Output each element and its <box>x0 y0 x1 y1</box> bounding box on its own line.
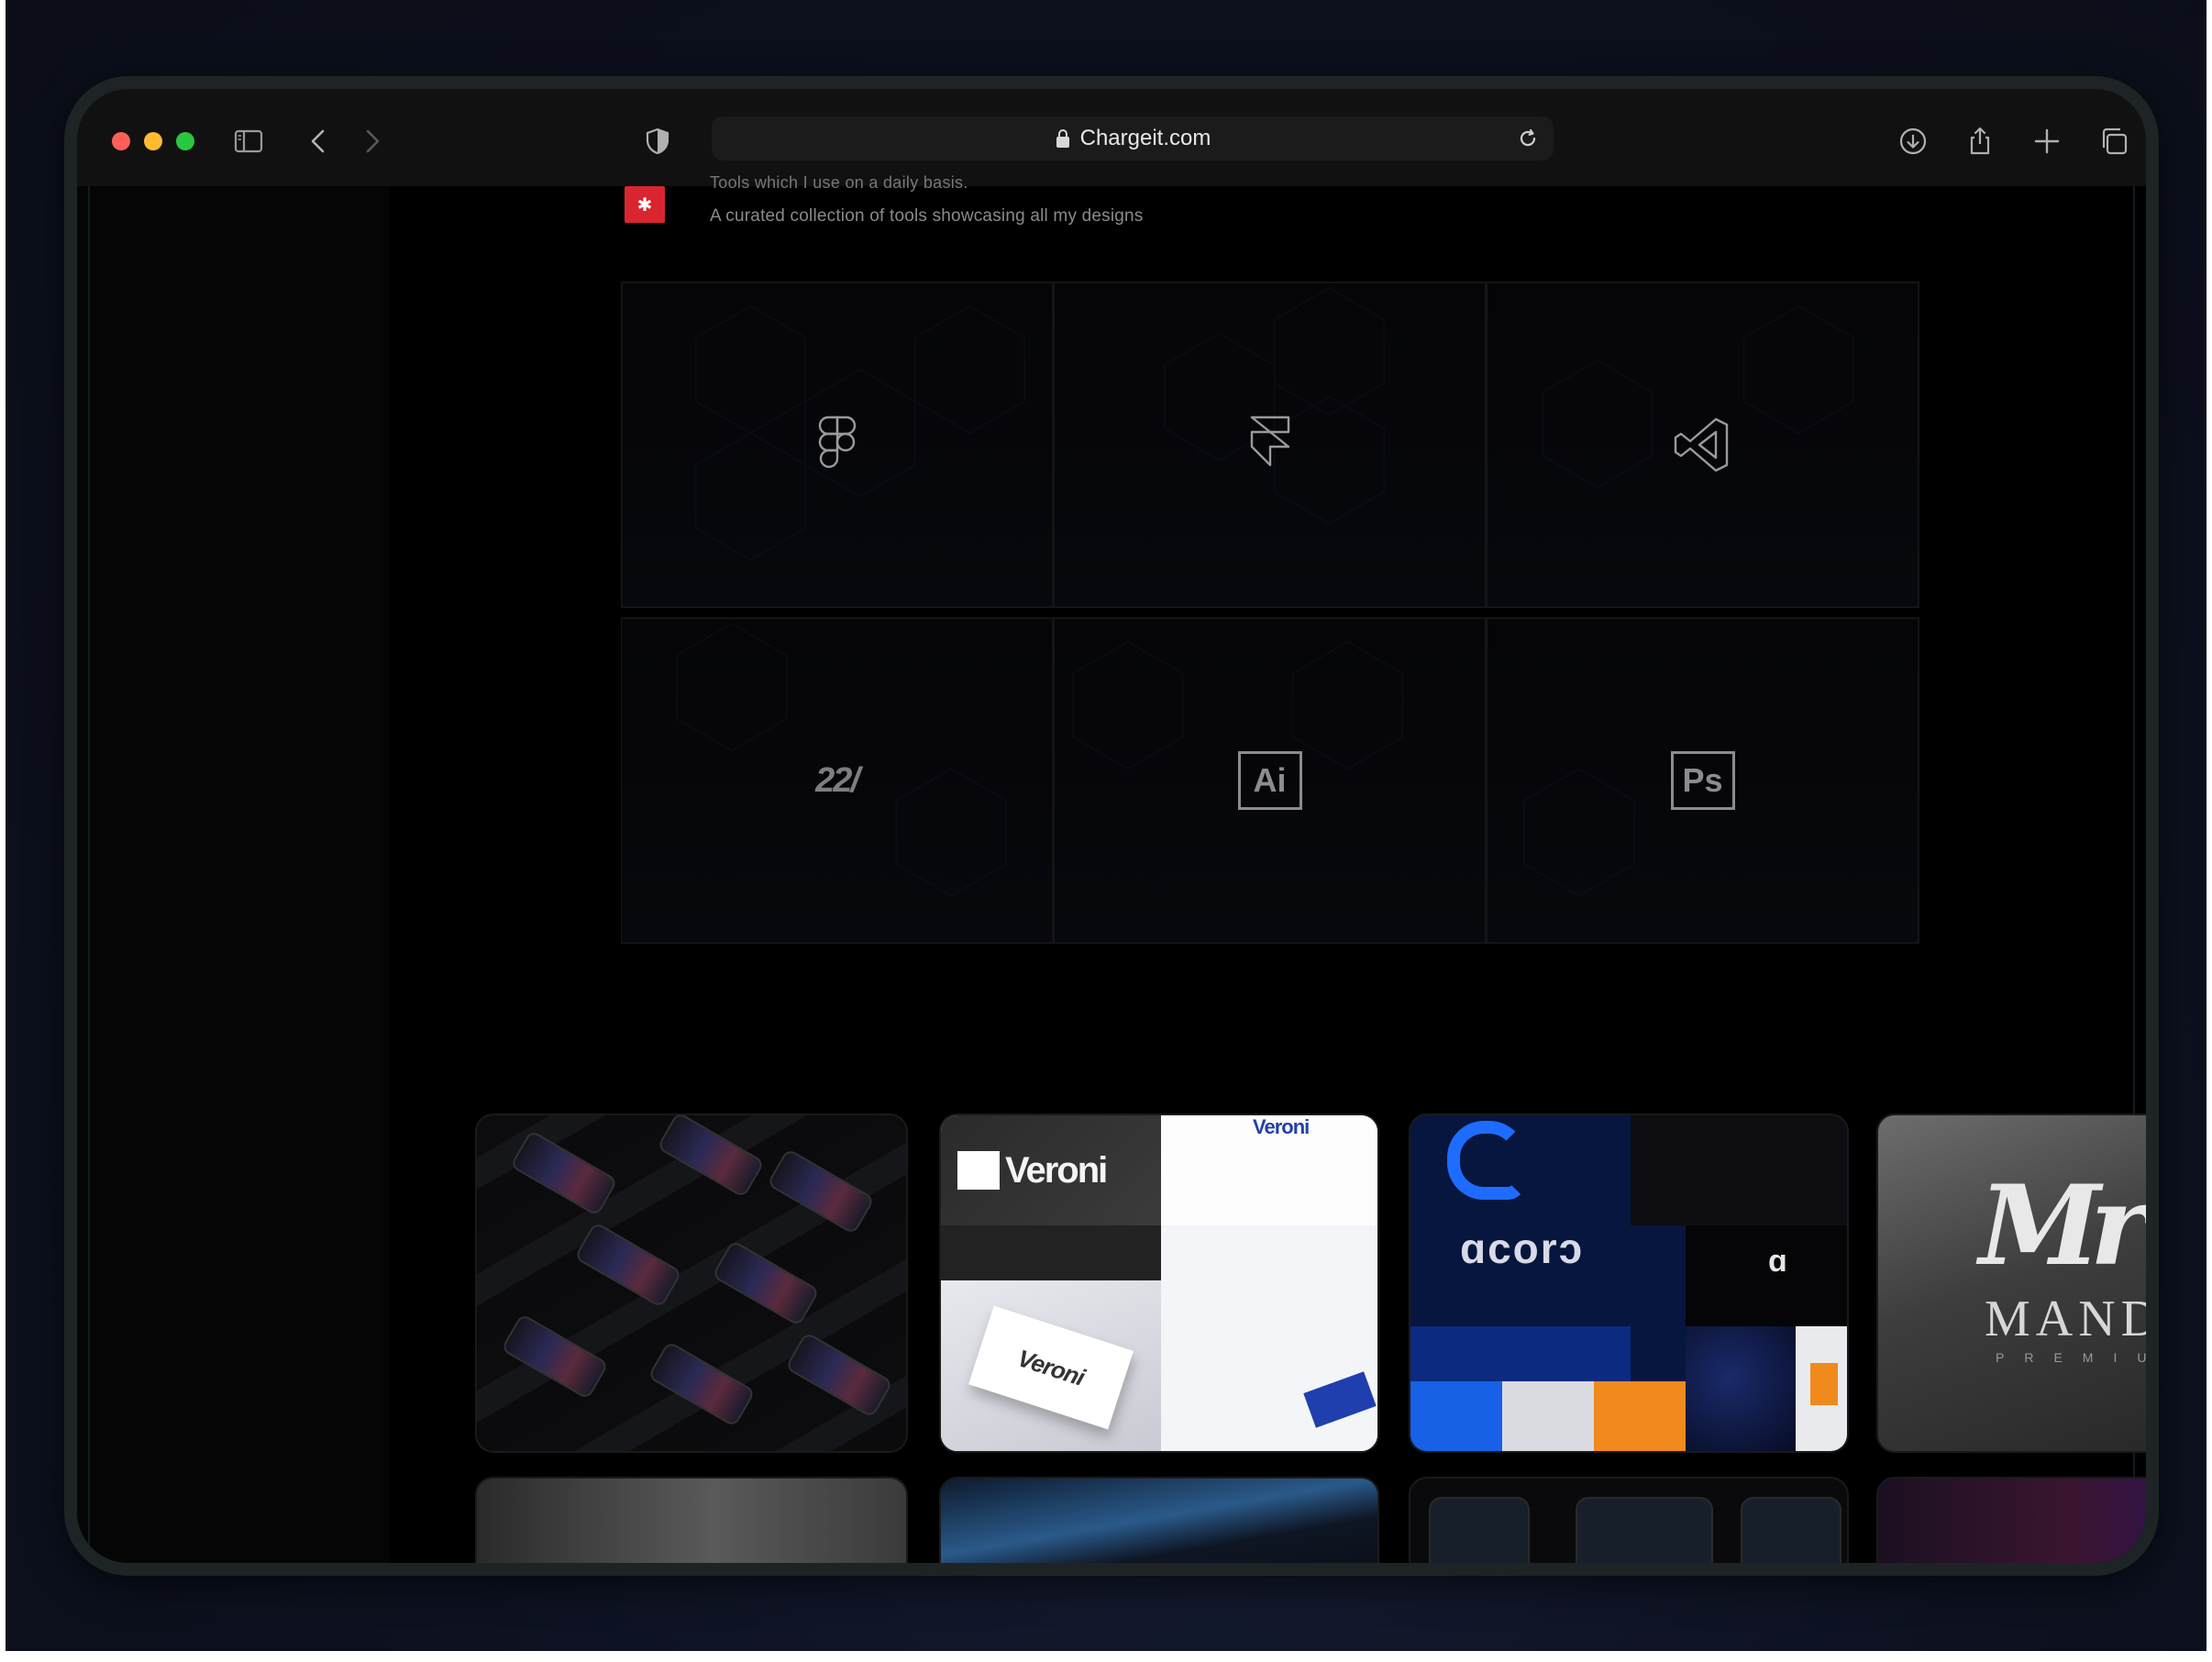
page-left-margin <box>77 186 389 1563</box>
tools-section-icon: ✱ <box>625 186 665 223</box>
project-card-mandy[interactable]: Mr MANDY PREMIUM <box>1876 1114 2146 1453</box>
download-icon[interactable] <box>1896 124 1930 159</box>
reload-icon[interactable] <box>1515 126 1541 151</box>
address-bar[interactable]: Chargeit.com <box>712 116 1554 161</box>
vscode-icon <box>1666 408 1740 482</box>
tool-card-photoshop[interactable]: Ps <box>1487 617 1919 944</box>
tool-card-vscode[interactable] <box>1487 282 1919 608</box>
browser-toolbar: Chargeit.com <box>77 89 2146 186</box>
project-card-row2-1[interactable] <box>475 1477 908 1563</box>
payments-icon: 22/ <box>815 760 860 800</box>
tool-card-framer[interactable] <box>1054 282 1487 608</box>
acord-wordmark: ɑcorɔ <box>1460 1224 1585 1272</box>
tool-card-illustrator[interactable]: Ai <box>1054 617 1487 944</box>
page-content: ✱ Tools which I use on a daily basis. A … <box>77 173 2146 1563</box>
framer-icon <box>1233 408 1307 482</box>
tools-section-heading: Tools which I use on a daily basis. <box>710 173 968 192</box>
photoshop-icon: Ps <box>1666 744 1740 817</box>
minimize-window-button[interactable] <box>144 132 162 150</box>
mandy-wordmark: MANDY <box>1985 1291 2146 1347</box>
desktop-background: Chargeit.com ✱ Tools which I use on a da… <box>6 0 2206 1651</box>
zoom-window-button[interactable] <box>176 132 194 150</box>
plus-icon[interactable] <box>2030 124 2064 159</box>
tool-card-figma[interactable] <box>621 282 1054 608</box>
project-card-acord[interactable]: ɑcorɔ ɑ <box>1409 1114 1849 1453</box>
chevron-left-icon[interactable] <box>302 124 337 159</box>
project-card-row2-2[interactable] <box>939 1477 1379 1563</box>
shield-icon[interactable] <box>640 124 675 159</box>
share-icon[interactable] <box>1963 124 1997 159</box>
chevron-right-icon[interactable] <box>354 124 389 159</box>
frame-edge-left <box>88 186 90 1563</box>
url-text: Chargeit.com <box>1079 126 1211 150</box>
sidebar-icon[interactable] <box>231 124 266 159</box>
tool-card-payments[interactable]: 22/ <box>621 617 1054 944</box>
tools-grid: 22/ Ai Ps <box>621 282 1919 944</box>
veroni-logo: Veroni <box>941 1115 1161 1225</box>
tabs-overview-icon[interactable] <box>2096 124 2131 159</box>
project-card-veroni[interactable]: Veroni Veroni Veroni <box>939 1114 1379 1453</box>
lock-icon <box>1056 129 1069 148</box>
acord-logo-icon <box>1447 1121 1526 1200</box>
tools-section-subheading: A curated collection of tools showcasing… <box>710 206 1144 226</box>
illustrator-icon: Ai <box>1233 744 1307 817</box>
project-card-mobile-app[interactable] <box>475 1114 908 1453</box>
project-card-row2-4[interactable] <box>1876 1477 2146 1563</box>
tablet-frame: Chargeit.com ✱ Tools which I use on a da… <box>64 76 2159 1576</box>
figma-icon <box>801 408 874 482</box>
project-card-row2-3[interactable] <box>1409 1477 1849 1563</box>
project-gallery: Veroni Veroni Veroni ɑcorɔ ɑ Mr MAN PREM… <box>389 1114 2146 1563</box>
mandy-monogram: Mr <box>1979 1161 2146 1291</box>
close-window-button[interactable] <box>112 132 130 150</box>
